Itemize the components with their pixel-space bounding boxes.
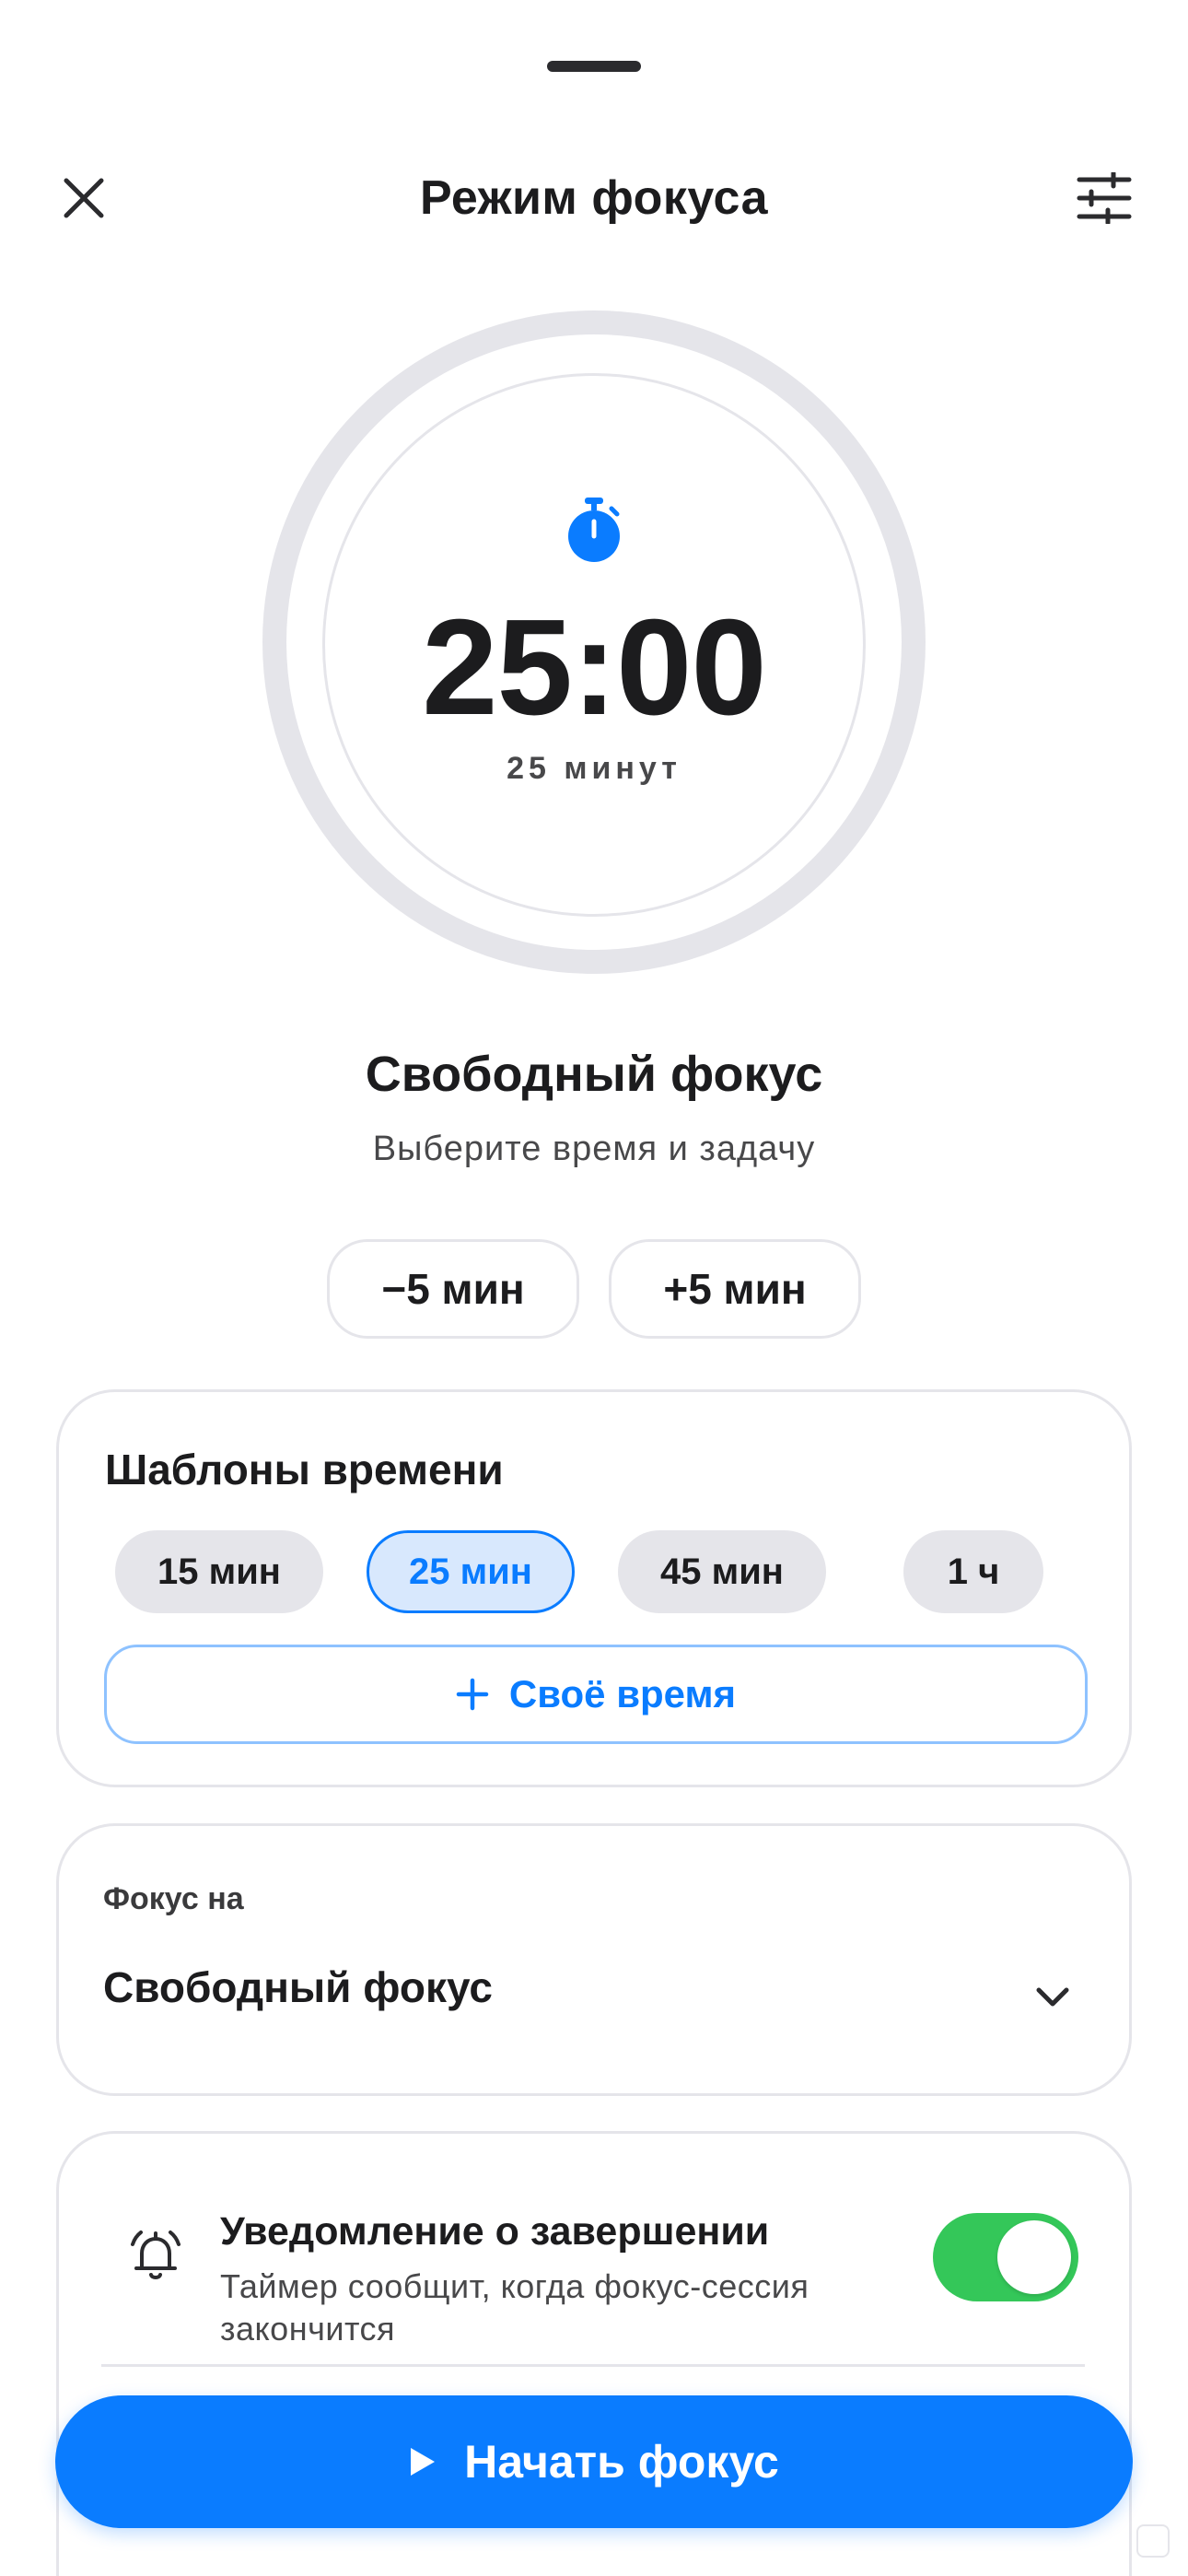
notification-description: Таймер сообщит, когда фокус-сессия закон… [220, 2267, 809, 2348]
template-chip-45-min[interactable]: 45 мин [618, 1530, 826, 1613]
toggle-knob [997, 2220, 1071, 2294]
templates-title: Шаблоны времени [105, 1446, 504, 1493]
start-focus-button[interactable]: Начать фокус [55, 2395, 1133, 2528]
focus-target-label: Фокус на [103, 1881, 244, 1916]
sheet-grabber[interactable] [547, 61, 641, 72]
focus-target-select[interactable]: Фокус на Свободный фокус [56, 1823, 1132, 2096]
template-chip-1-hour[interactable]: 1 ч [903, 1530, 1043, 1613]
plus-icon [456, 1678, 489, 1711]
custom-time-button[interactable]: Своё время [104, 1645, 1088, 1744]
custom-time-label: Своё время [508, 1672, 737, 1715]
divider [101, 2364, 1085, 2367]
mode-title: Свободный фокус [365, 1047, 823, 1102]
play-icon [411, 2448, 436, 2476]
corner-indicator [1136, 2524, 1170, 2558]
notification-toggle[interactable] [933, 2213, 1078, 2301]
template-chip-15-min[interactable]: 15 мин [115, 1530, 323, 1613]
template-chip-25-min[interactable]: 25 мин [367, 1530, 575, 1613]
chevron-down-icon [1036, 1987, 1069, 2007]
minus-5-min-button[interactable]: −5 мин [327, 1239, 579, 1339]
focus-target-value: Свободный фокус [103, 1963, 494, 2011]
stopwatch-icon [568, 498, 620, 562]
settings-button[interactable] [1072, 166, 1136, 230]
notification-title: Уведомление о завершении [220, 2209, 770, 2254]
time-templates-card: Шаблоны времени 15 мин 25 мин 45 мин 1 ч… [56, 1389, 1132, 1787]
timer-duration-label: 25 минут [507, 751, 681, 786]
bell-icon [131, 2231, 181, 2279]
mode-subtitle: Выберите время и задачу [372, 1130, 816, 1168]
page-title: Режим фокуса [419, 171, 769, 225]
plus-5-min-button[interactable]: +5 мин [609, 1239, 861, 1339]
focus-sheet: Режим фокуса 25:00 25 минут Свободный фо… [0, 0, 1188, 2576]
start-focus-label: Начать фокус [464, 2436, 779, 2488]
timer-display: 25:00 [422, 591, 767, 744]
sliders-icon [1077, 172, 1132, 224]
